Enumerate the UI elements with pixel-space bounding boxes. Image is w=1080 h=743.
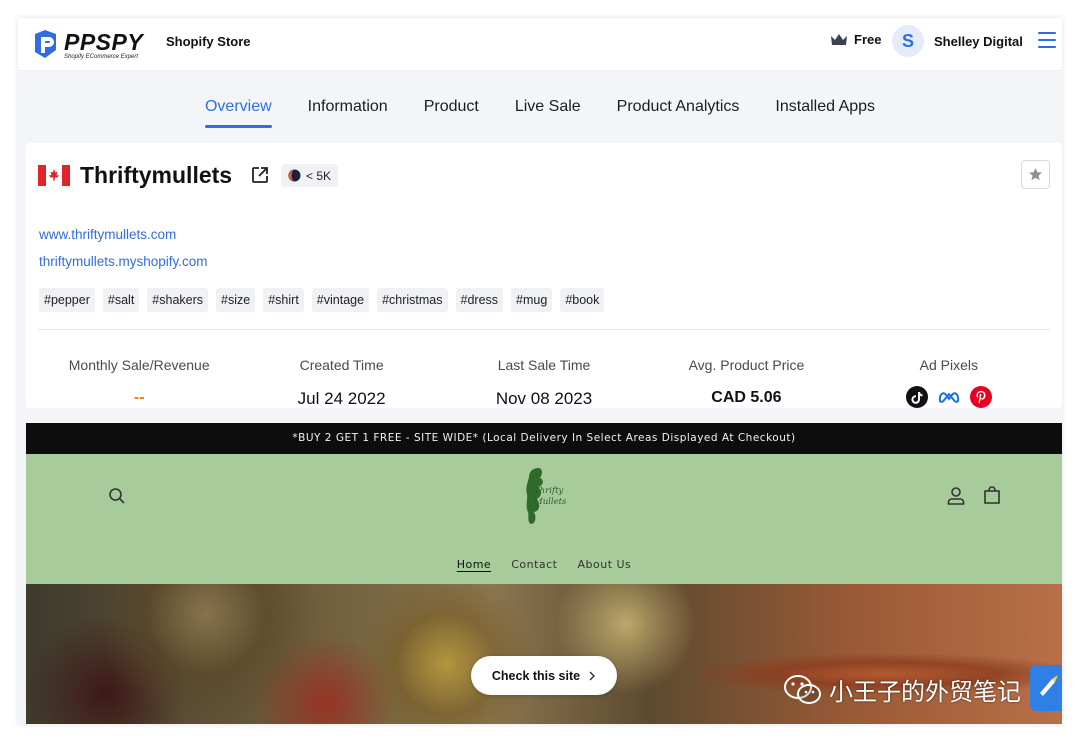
tag-chip[interactable]: # mug	[511, 288, 553, 312]
chevron-right-icon	[589, 671, 596, 680]
stat-label: Created Time	[299, 357, 384, 373]
stat-value: --	[133, 389, 145, 406]
tab-product-analytics[interactable]: Product Analytics	[617, 98, 740, 128]
favorite-button[interactable]	[1021, 160, 1050, 189]
stat-last-sale-time: Last Sale Time Nov 08 2023	[443, 357, 645, 409]
store-name: Thriftymullets	[80, 162, 233, 188]
user-name[interactable]: Shelley Digital	[934, 34, 1023, 49]
stat-avg-product-price: Avg. Product Price CAD 5.06	[645, 357, 847, 409]
tag-chip[interactable]: # size	[216, 288, 256, 312]
announcement-bar: *BUY 2 GET 1 FREE - SITE WIDE* (Local De…	[26, 423, 1062, 454]
store-domain-link[interactable]: www.thriftymullets.com	[39, 227, 176, 242]
stat-created-time: Created Time Jul 24 2022	[240, 357, 442, 409]
app-frame: PPSPY Shopify ECommerce Expert Shopify S…	[18, 18, 1062, 724]
stat-value: CAD 5.06	[711, 389, 782, 406]
page-type-label: Shopify Store	[166, 34, 251, 49]
site-logo-text: Thrifty Mullets	[534, 486, 567, 507]
traffic-value: < 5K	[306, 168, 332, 183]
tiktok-icon	[905, 386, 928, 408]
ppspy-logo[interactable]: PPSPY Shopify ECommerce Expert	[30, 26, 144, 64]
ppspy-logo-icon	[35, 30, 56, 58]
avatar[interactable]: S	[892, 25, 924, 57]
watermark-text: 小王子的外贸笔记	[829, 679, 1021, 706]
wechat-icon	[784, 674, 821, 704]
stat-ad-pixels: Ad Pixels	[848, 357, 1050, 409]
site-nav-home: Home	[456, 558, 492, 571]
store-summary-card: Thriftymullets < 5K www.thriftymullets.c…	[26, 143, 1062, 408]
site-nav-contact: Contact	[511, 558, 558, 571]
tag-chip[interactable]: # vintage	[311, 288, 370, 312]
site-header: Thrifty Mullets Home Contact About Us	[26, 454, 1062, 584]
top-bar: PPSPY Shopify ECommerce Expert Shopify S…	[18, 18, 1062, 71]
tab-information[interactable]: Information	[308, 98, 388, 128]
tag-chip[interactable]: # shakers	[147, 288, 209, 312]
tab-overview[interactable]: Overview	[204, 98, 272, 128]
stat-label: Avg. Product Price	[688, 357, 805, 373]
store-myshopify-link[interactable]: thriftymullets.myshopify.com	[39, 254, 208, 269]
stat-label: Monthly Sale/Revenue	[68, 357, 210, 373]
tag-list: # pepper # salt # shakers # size # shirt # vin…	[39, 288, 605, 312]
star-icon	[1029, 168, 1042, 181]
hamburger-menu-icon[interactable]	[1038, 32, 1058, 48]
stat-value: Nov 08 2023	[495, 389, 593, 408]
tab-product[interactable]: Product	[424, 98, 479, 128]
tab-installed-apps[interactable]: Installed Apps	[775, 98, 875, 128]
search-icon	[109, 488, 125, 504]
canada-flag-icon	[38, 165, 70, 186]
stat-value: Jul 24 2022	[297, 389, 386, 408]
ad-pixel-list	[848, 386, 1050, 408]
site-nav: Home Contact About Us	[26, 558, 1062, 571]
account-icon	[947, 487, 965, 505]
similarweb-icon	[288, 169, 301, 182]
divider	[38, 329, 1050, 330]
traffic-badge: < 5K	[281, 164, 339, 187]
logo-tagline: Shopify ECommerce Expert	[64, 54, 139, 60]
tag-chip[interactable]: # pepper	[39, 288, 95, 312]
store-stats: Monthly Sale/Revenue -- Created Time Jul…	[38, 357, 1050, 409]
plan-label: Free	[854, 32, 882, 47]
rocket-widget-icon[interactable]	[1030, 665, 1062, 711]
tag-chip[interactable]: # dress	[455, 288, 504, 312]
logo-text: PPSPY	[64, 29, 144, 55]
stat-monthly-revenue: Monthly Sale/Revenue --	[38, 357, 240, 409]
crown-icon	[831, 33, 847, 45]
tag-chip[interactable]: # christmas	[377, 288, 448, 312]
cart-icon	[984, 486, 1000, 504]
site-nav-about: About Us	[577, 558, 632, 571]
tag-chip[interactable]: # shirt	[263, 288, 304, 312]
stat-label: Last Sale Time	[497, 357, 591, 373]
external-link-icon[interactable]	[250, 165, 270, 185]
tag-chip[interactable]: # salt	[102, 288, 140, 312]
meta-icon	[938, 386, 960, 408]
plan-badge[interactable]: Free	[830, 32, 881, 47]
tab-live-sale[interactable]: Live Sale	[515, 98, 581, 128]
stat-label: Ad Pixels	[919, 357, 978, 373]
wechat-watermark: 小王子的外贸笔记	[783, 672, 1021, 707]
tab-bar: Overview Information Product Live Sale P…	[18, 72, 1062, 142]
pinterest-icon	[969, 386, 992, 408]
tag-chip[interactable]: # book	[560, 288, 605, 312]
check-this-site-button[interactable]: Check this site	[471, 656, 617, 695]
